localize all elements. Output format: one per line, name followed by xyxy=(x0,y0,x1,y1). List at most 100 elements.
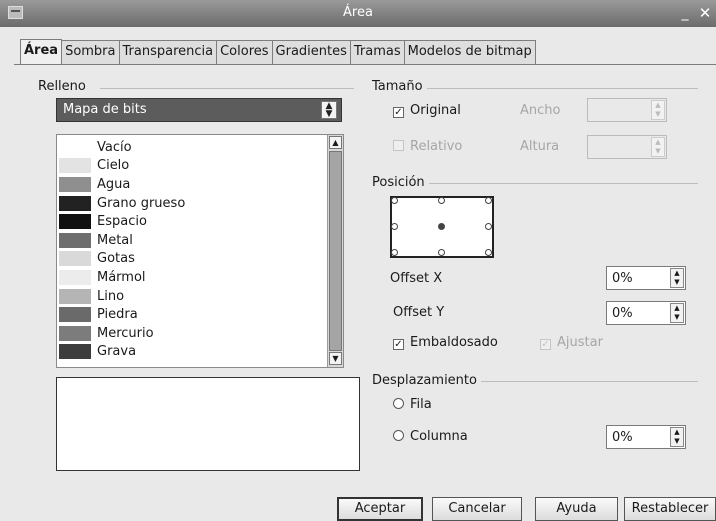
bitmap-swatch xyxy=(59,176,91,192)
tab-area[interactable]: Área xyxy=(20,39,63,65)
bitmap-name: Vacío xyxy=(97,139,132,155)
bitmap-name: Mercurio xyxy=(97,325,154,341)
bitmap-list-item[interactable]: Metal xyxy=(59,231,325,250)
bitmap-list-item[interactable]: Lino xyxy=(59,287,325,306)
desplazamiento-value: 0% xyxy=(612,430,633,445)
position-bottom-center[interactable] xyxy=(438,249,445,256)
altura-label: Altura xyxy=(520,139,560,154)
bitmap-name: Piedra xyxy=(97,307,138,323)
position-middle-right[interactable] xyxy=(485,223,492,230)
offset-y-field[interactable]: 0% ▲ ▼ xyxy=(606,301,686,325)
help-button[interactable]: Ayuda xyxy=(535,497,618,521)
bitmap-swatch xyxy=(59,214,91,230)
bitmap-swatch xyxy=(59,288,91,304)
bitmap-swatch xyxy=(59,325,91,341)
bitmap-list-item[interactable]: Vacío xyxy=(59,138,325,157)
bitmap-name: Grava xyxy=(97,344,137,360)
offset-x-spin-icon[interactable]: ▲ ▼ xyxy=(670,268,684,288)
relativo-label: Relativo xyxy=(410,139,463,154)
scroll-down-icon[interactable]: ▼ xyxy=(329,352,342,365)
ancho-spin-icon: ▲ ▼ xyxy=(651,100,665,120)
close-button[interactable]: ✕ xyxy=(696,5,714,22)
bitmap-list-item[interactable]: Agua xyxy=(59,175,325,194)
tamano-label: Tamaño xyxy=(372,79,427,94)
bitmap-name: Metal xyxy=(97,232,133,248)
fill-type-select[interactable]: Mapa de bits ▲ ▼ xyxy=(56,98,342,122)
offset-y-label: Offset Y xyxy=(393,305,445,320)
chevron-updown-icon[interactable]: ▲ ▼ xyxy=(321,101,337,119)
position-middle-left[interactable] xyxy=(391,223,398,230)
tab-sombra[interactable]: Sombra xyxy=(61,40,120,64)
radio-icon xyxy=(393,398,404,409)
scrollbar-thumb[interactable] xyxy=(329,151,342,351)
position-top-left[interactable] xyxy=(391,197,398,204)
desplazamiento-label: Desplazamiento xyxy=(372,373,481,388)
ancho-field: ▲ ▼ xyxy=(587,98,667,122)
radio-icon xyxy=(393,430,404,441)
embaldosado-checkbox[interactable]: ✓ Embaldosado xyxy=(393,335,498,350)
ajustar-checkbox: ✓ Ajustar xyxy=(540,335,603,350)
tab-colores[interactable]: Colores xyxy=(216,40,273,64)
cancel-button[interactable]: Cancelar xyxy=(432,497,522,521)
position-top-center[interactable] xyxy=(438,197,445,204)
original-checkbox[interactable]: ✓ Original xyxy=(393,103,461,118)
tab-tramas[interactable]: Tramas xyxy=(349,40,405,64)
bitmap-swatch xyxy=(59,195,91,211)
bitmap-name: Lino xyxy=(97,288,125,304)
ok-button[interactable]: Aceptar xyxy=(337,497,423,521)
bitmap-name: Grano grueso xyxy=(97,195,186,211)
bitmap-list-item[interactable]: Mármol xyxy=(59,268,325,287)
columna-label: Columna xyxy=(410,429,468,444)
position-selector[interactable] xyxy=(390,196,494,258)
bitmap-list-item[interactable]: Gotas xyxy=(59,250,325,269)
checkbox-checked-icon: ✓ xyxy=(393,107,404,118)
tab-modelos-de-bitmap[interactable]: Modelos de bitmap xyxy=(403,40,536,64)
position-top-right[interactable] xyxy=(485,197,492,204)
bitmap-list-item[interactable]: Espacio xyxy=(59,212,325,231)
ajustar-label: Ajustar xyxy=(557,335,603,350)
bitmap-list-item[interactable]: Cielo xyxy=(59,157,325,176)
original-label: Original xyxy=(410,103,461,118)
bitmap-list-scrollbar[interactable]: ▲ ▼ xyxy=(327,135,343,367)
altura-spin-icon: ▲ ▼ xyxy=(651,137,665,157)
bitmap-swatch xyxy=(59,269,91,285)
position-bottom-right[interactable] xyxy=(485,249,492,256)
bitmap-swatch xyxy=(59,307,91,323)
window-title: Área xyxy=(343,5,373,20)
reset-button[interactable]: Restablecer xyxy=(624,497,716,521)
bitmap-name: Espacio xyxy=(97,214,147,230)
scroll-up-icon[interactable]: ▲ xyxy=(329,136,342,149)
bitmap-list-item[interactable]: Grano grueso xyxy=(59,194,325,213)
position-center[interactable] xyxy=(438,223,445,230)
fila-radio[interactable]: Fila xyxy=(393,397,432,412)
relativo-checkbox: Relativo xyxy=(393,139,462,154)
relleno-label: Relleno xyxy=(38,79,90,94)
desplazamiento-field[interactable]: 0% ▲ ▼ xyxy=(606,425,686,449)
bitmap-swatch xyxy=(59,344,91,360)
bitmap-list-item[interactable]: Grava xyxy=(59,343,325,362)
fill-type-value: Mapa de bits xyxy=(63,102,147,117)
tab-transparencia[interactable]: Transparencia xyxy=(118,40,218,64)
bitmap-swatch xyxy=(59,232,91,248)
offset-x-label: Offset X xyxy=(390,271,443,286)
desplazamiento-spin-icon[interactable]: ▲ ▼ xyxy=(670,427,684,447)
checkbox-unchecked-icon xyxy=(393,140,404,151)
bitmap-list-item[interactable]: Piedra xyxy=(59,305,325,324)
checkbox-checked-icon: ✓ xyxy=(540,339,551,350)
bitmap-swatch xyxy=(59,139,91,155)
minimize-button[interactable]: _ xyxy=(676,5,694,22)
title-bar: Área _ ✕ xyxy=(0,0,716,27)
offset-x-field[interactable]: 0% ▲ ▼ xyxy=(606,266,686,290)
fila-label: Fila xyxy=(410,397,432,412)
posicion-label: Posición xyxy=(372,175,429,190)
ancho-label: Ancho xyxy=(520,103,561,118)
offset-y-spin-icon[interactable]: ▲ ▼ xyxy=(670,303,684,323)
bitmap-list-item[interactable]: Mercurio xyxy=(59,324,325,343)
position-bottom-left[interactable] xyxy=(391,249,398,256)
altura-field: ▲ ▼ xyxy=(587,135,667,159)
tab-gradientes[interactable]: Gradientes xyxy=(271,40,351,64)
bitmap-swatch xyxy=(59,158,91,174)
bitmap-list[interactable]: Vacío Cielo Agua Grano grueso Espacio Metal Go… xyxy=(56,134,344,368)
columna-radio[interactable]: Columna xyxy=(393,429,468,444)
relleno-divider xyxy=(100,88,354,89)
